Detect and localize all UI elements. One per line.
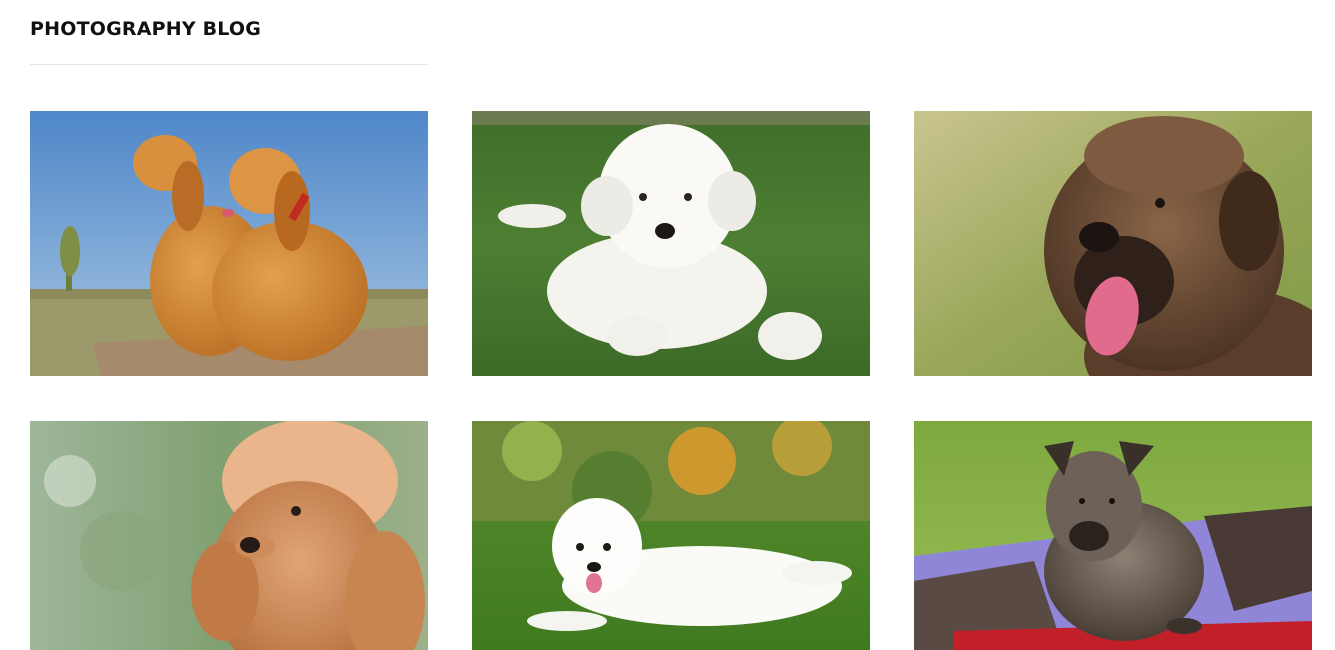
photo-puppy-on-blanket[interactable] xyxy=(914,421,1312,650)
photo-curly-brown-dog[interactable] xyxy=(914,111,1312,376)
photo-image xyxy=(472,421,870,650)
photo-image xyxy=(914,421,1312,650)
photo-image xyxy=(30,111,428,376)
photo-image xyxy=(30,421,428,650)
photo-cocker-spaniels[interactable] xyxy=(30,111,428,376)
photo-samoyed[interactable] xyxy=(472,421,870,650)
photo-apricot-poodle[interactable] xyxy=(30,421,428,650)
blog-page: PHOTOGRAPHY BLOG xyxy=(0,0,1335,650)
photo-image xyxy=(472,111,870,376)
page-title: PHOTOGRAPHY BLOG xyxy=(30,18,262,40)
photo-white-puppy[interactable] xyxy=(472,111,870,376)
title-divider xyxy=(30,64,428,65)
photo-image xyxy=(914,111,1312,376)
